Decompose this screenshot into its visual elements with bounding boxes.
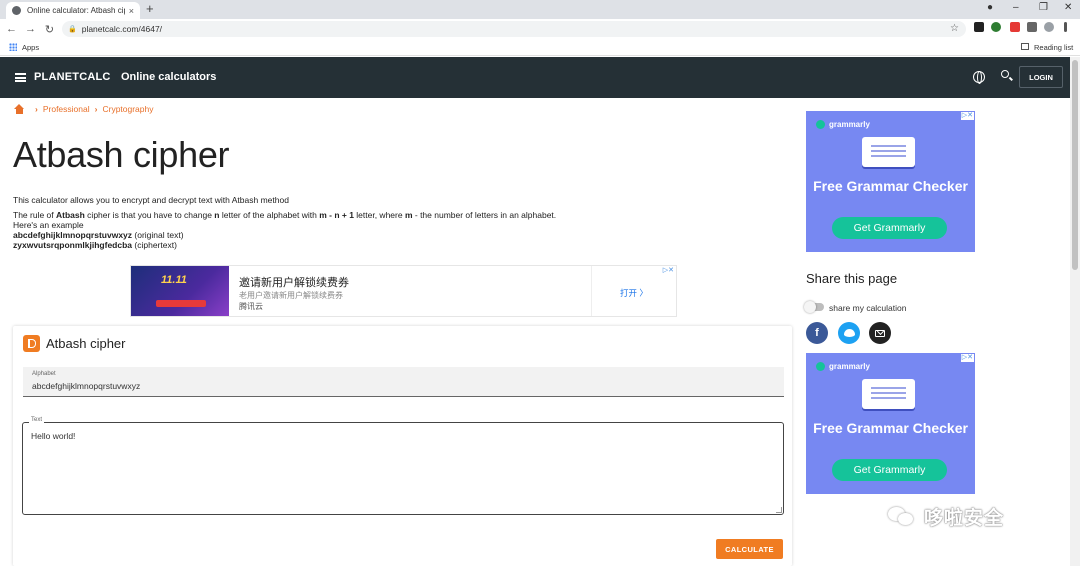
brand-logo[interactable]: PLANETCALC (34, 71, 111, 83)
apps-grid-icon[interactable] (9, 43, 17, 51)
breadcrumb: › Professional › Cryptography (14, 104, 154, 114)
page-title: Atbash cipher (13, 134, 230, 175)
site-header: PLANETCALC Online calculators LOGIN (0, 57, 1070, 98)
envelope-icon (875, 329, 885, 337)
intro-text: This calculator allows you to encrypt an… (13, 195, 289, 205)
share-toggle[interactable] (804, 301, 824, 313)
text-input-value[interactable]: Hello world! (31, 431, 75, 441)
text-label: Text (29, 417, 45, 423)
share-toggle-label[interactable]: share my calculation (829, 303, 906, 313)
email-share-icon[interactable] (869, 322, 891, 344)
breadcrumb-professional[interactable]: Professional (43, 104, 90, 114)
hamburger-menu-icon[interactable] (15, 73, 26, 82)
address-bar[interactable]: 🔒 planetcalc.com/4647/ ☆ (62, 21, 966, 37)
ad-close-icon[interactable]: ▷✕ (960, 112, 974, 120)
menu-kebab-icon[interactable] (1064, 22, 1067, 32)
lock-icon: 🔒 (68, 26, 77, 33)
calculator-card: Atbash cipher Alphabet abcdefghijklmnopq… (13, 326, 792, 566)
chevron-right-icon: › (35, 104, 38, 114)
share-title: Share this page (806, 271, 898, 286)
ad-headline[interactable]: 邀请新用户解锁续费券 (239, 274, 349, 290)
calculator-title: Atbash cipher (46, 336, 126, 351)
ad-divider (591, 266, 592, 316)
new-tab-button[interactable]: + (146, 2, 154, 16)
language-globe-icon[interactable] (973, 71, 985, 84)
puzzle-icon[interactable] (1027, 22, 1037, 32)
watermark: 哆啦安全 (888, 503, 1004, 530)
planetcalc-logo-icon (23, 335, 40, 352)
tab-close-icon[interactable]: × (129, 6, 134, 16)
browser-tab[interactable]: Online calculator: Atbash ciph × (6, 2, 140, 19)
url-text: planetcalc.com/4647/ (81, 24, 163, 34)
document-icon (862, 379, 915, 409)
login-button[interactable]: LOGIN (1019, 66, 1063, 88)
calculate-button[interactable]: CALCULATE (716, 539, 783, 559)
example-intro: Here's an example (13, 220, 84, 230)
description: This calculator allows you to encrypt an… (13, 195, 713, 250)
reading-list-icon[interactable] (1021, 43, 1029, 50)
alphabet-field[interactable]: Alphabet abcdefghijklmnopqrstuvwxyz (23, 367, 784, 397)
grammarly-logo: grammarly (816, 120, 870, 129)
scrollbar-thumb[interactable] (1072, 60, 1078, 270)
rule-text: The rule of Atbash cipher is that you ha… (13, 210, 557, 220)
ad-close-icon[interactable]: ▷✕ (661, 267, 675, 275)
site-title-link[interactable]: Online calculators (121, 71, 216, 83)
twitter-bird-icon (843, 329, 855, 337)
account-icon[interactable] (1044, 22, 1054, 32)
get-grammarly-button[interactable]: Get Grammarly (832, 459, 947, 481)
reading-list-link[interactable]: Reading list (1034, 43, 1073, 52)
extension-icon[interactable] (974, 22, 984, 32)
ad-open-button[interactable]: 打开 〉 (620, 287, 648, 299)
forward-icon[interactable]: → (21, 23, 40, 35)
resize-handle-icon[interactable] (776, 507, 782, 513)
alphabet-input[interactable]: abcdefghijklmnopqrstuvwxyz (32, 381, 140, 391)
ad-banner-tencent[interactable]: 11.11 邀请新用户解锁续费券 老用户邀请新用户解锁续费券 腾讯云 打开 〉 … (130, 265, 677, 317)
document-icon (862, 137, 915, 167)
get-grammarly-button[interactable]: Get Grammarly (832, 217, 947, 239)
apps-bookmark[interactable]: Apps (22, 43, 39, 52)
breadcrumb-cryptography[interactable]: Cryptography (102, 104, 153, 114)
ad-image[interactable]: 11.11 (131, 266, 229, 316)
watermark-text: 哆啦安全 (924, 508, 1005, 529)
grammarly-g-icon (816, 120, 825, 129)
example-cipher: zyxwvutsrqponmlkjihgfedcba (ciphertext) (13, 240, 177, 250)
search-icon[interactable] (1001, 70, 1009, 78)
ad-headline: Free Grammar Checker (813, 178, 968, 194)
ad-grammarly-bottom[interactable]: grammarly Free Grammar Checker Get Gramm… (806, 353, 975, 494)
ad-subtext: 老用户邀请新用户解锁续费券 (239, 291, 343, 300)
home-icon[interactable] (14, 104, 25, 114)
facebook-share-icon[interactable]: f (806, 322, 828, 344)
alphabet-label: Alphabet (32, 371, 56, 377)
site-favicon-icon (12, 6, 21, 15)
bookmarks-bar: Apps Reading list (0, 39, 1080, 56)
tab-title: Online calculator: Atbash ciph (27, 6, 125, 15)
browser-toolbar: ← → ↻ 🔒 planetcalc.com/4647/ ☆ (0, 19, 1080, 39)
ad-brand: 腾讯云 (239, 302, 263, 311)
bookmark-star-icon[interactable]: ☆ (950, 23, 959, 34)
profile-dot-icon[interactable]: ● (987, 2, 993, 13)
ad-headline: Free Grammar Checker (813, 420, 968, 436)
grammarly-g-icon (816, 362, 825, 371)
text-area[interactable]: Hello world! (22, 422, 784, 515)
ad-close-icon[interactable]: ▷✕ (960, 354, 974, 362)
window-close-icon[interactable]: ✕ (1064, 2, 1072, 13)
twitter-share-icon[interactable] (838, 322, 860, 344)
extension-red-icon[interactable] (1010, 22, 1020, 32)
wechat-icon (888, 506, 916, 527)
example-original: abcdefghijklmnopqrstuvwxyz (original tex… (13, 230, 184, 240)
browser-tab-strip: Online calculator: Atbash ciph × + ● – ❐… (0, 0, 1080, 19)
chevron-right-icon: › (94, 104, 98, 114)
back-icon[interactable]: ← (2, 23, 21, 35)
extension-green-icon[interactable] (991, 22, 1001, 32)
ad-grammarly-top[interactable]: grammarly Free Grammar Checker Get Gramm… (806, 111, 975, 252)
minimize-icon[interactable]: – (1013, 2, 1019, 13)
restore-icon[interactable]: ❐ (1039, 2, 1048, 13)
reload-icon[interactable]: ↻ (40, 23, 59, 36)
grammarly-logo: grammarly (816, 362, 870, 371)
